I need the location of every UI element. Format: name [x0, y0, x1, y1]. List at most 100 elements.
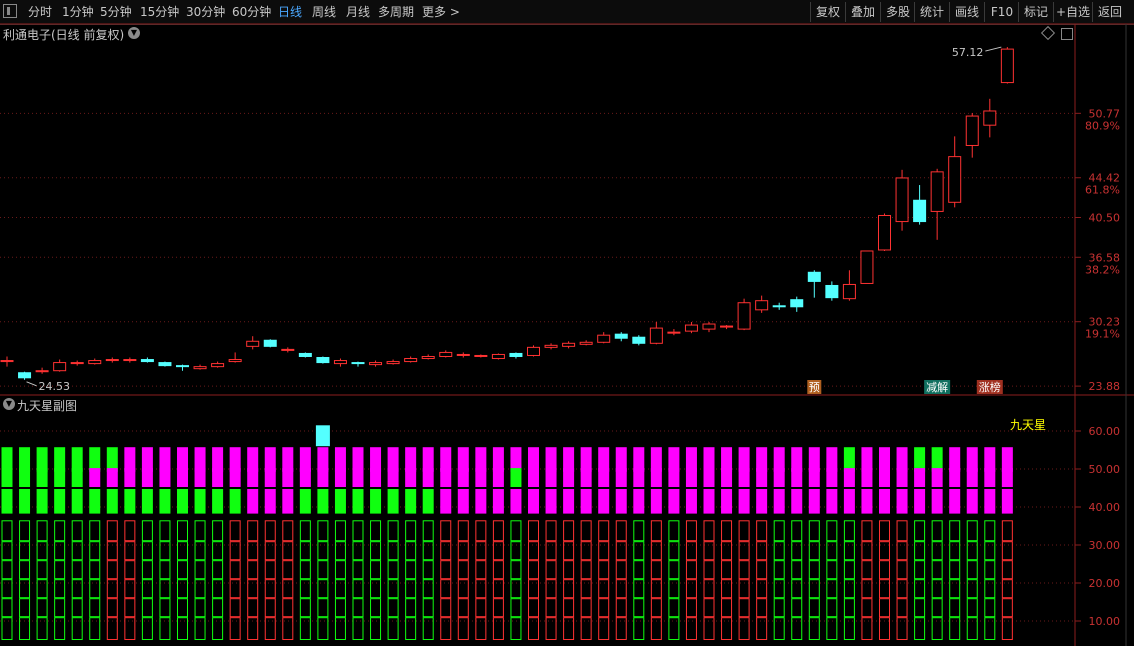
jtx-outline-block: [54, 541, 66, 561]
jtx-outline-block: [492, 560, 504, 580]
jtx-outline-block: [580, 598, 592, 618]
jtx-outline-block: [282, 541, 294, 561]
candle-up: [579, 341, 593, 345]
candle-up: [123, 359, 137, 362]
jtx-filled-block: [124, 468, 136, 487]
jtx-filled-block: [545, 489, 557, 514]
jtx-outline-block: [773, 520, 785, 542]
jtx-outline-block: [71, 541, 83, 561]
jtx-filled-block: [580, 468, 592, 487]
jtx-outline-block: [387, 598, 399, 618]
jtx-outline-block: [633, 520, 645, 542]
jtx-filled-block: [879, 489, 890, 514]
jtx-filled-block: [966, 468, 978, 487]
chevron-down-icon[interactable]: ▼: [128, 27, 140, 39]
jtx-outline-block: [949, 617, 961, 641]
jtx-filled-block: [141, 468, 153, 487]
jtx-filled-block: [738, 489, 750, 514]
jtx-filled-block: [352, 468, 364, 487]
jtx-filled-block: [282, 468, 294, 487]
jtx-filled-block: [71, 489, 83, 514]
candle-down: [351, 362, 365, 365]
candle-up: [281, 348, 295, 351]
jtx-outline-block: [299, 520, 311, 542]
jtx-outline-block: [54, 598, 66, 618]
jtx-filled-block: [282, 489, 294, 514]
jtx-outline-block: [212, 617, 224, 641]
jtx-outline-block: [984, 560, 996, 580]
jtx-outline-block: [721, 579, 733, 599]
jtx-filled-block: [405, 489, 417, 514]
jtx-outline-block: [580, 579, 592, 599]
jtx-outline-block: [89, 598, 101, 618]
jtx-outline-block: [668, 579, 680, 599]
candle-down: [790, 299, 804, 308]
jtx-outline-block: [580, 560, 592, 580]
jtx-outline-block: [598, 579, 610, 599]
jtx-filled-block: [334, 468, 346, 487]
jtx-outline-block: [106, 579, 118, 599]
jtx-outline-block: [212, 520, 224, 542]
jtx-outline-block: [124, 541, 136, 561]
jtx-filled-block: [896, 489, 908, 514]
pct-tick-label: 61.8%: [1085, 184, 1120, 197]
jtx-filled-block: [598, 489, 610, 514]
jtx-outline-block: [1, 598, 13, 618]
jtx-filled-block: [984, 468, 996, 487]
jtx-filled-block: [36, 468, 48, 487]
jtx-outline-block: [299, 560, 311, 580]
jtx-filled-block: [650, 468, 662, 487]
jtx-filled-block: [791, 489, 803, 514]
jtx-filled-block: [949, 468, 961, 487]
jtx-outline-block: [861, 579, 873, 599]
candle-up: [333, 360, 347, 365]
jtx-outline-block: [1, 541, 13, 561]
jtx-outline-block: [212, 598, 224, 618]
jtx-outline-block: [422, 598, 434, 618]
kline-chart[interactable]: 50.7780.9%44.4261.8%40.5036.5838.2%30.23…: [0, 0, 1134, 646]
event-marker: 预: [809, 381, 820, 394]
jtx-outline-block: [229, 617, 241, 641]
jtx-outline-block: [545, 598, 557, 618]
jtx-filled-block: [352, 489, 364, 514]
jtx-filled-block: [563, 489, 575, 514]
jtx-outline-block: [405, 560, 417, 580]
jtx-outline-block: [106, 520, 118, 542]
jtx-outline-block: [212, 541, 224, 561]
jtx-outline-block: [633, 541, 645, 561]
sub-tick-label: 50.00: [1089, 463, 1121, 476]
jtx-outline-block: [194, 520, 206, 542]
jtx-outline-block: [212, 560, 224, 580]
jtx-filled-block: [966, 489, 978, 514]
jtx-outline-block: [703, 598, 715, 618]
jtx-outline-block: [826, 560, 838, 580]
jtx-outline-block: [71, 579, 83, 599]
jtx-filled-block: [299, 489, 311, 514]
jtx-outline-block: [19, 560, 31, 580]
jtx-outline-block: [668, 617, 680, 641]
low-pointer: [26, 381, 37, 387]
jtx-outline-block: [738, 520, 750, 542]
jtx-outline-block: [861, 617, 873, 641]
window-icon[interactable]: [1061, 28, 1073, 40]
jtx-outline-block: [861, 560, 873, 580]
jtx-outline-block: [966, 560, 978, 580]
jtx-filled-block: [247, 489, 259, 514]
jtx-outline-block: [36, 560, 48, 580]
candle-down: [807, 271, 821, 282]
jtx-outline-block: [317, 617, 329, 641]
jtx-outline-block: [141, 617, 153, 641]
jtx-outline-block: [194, 598, 206, 618]
jtx-outline-block: [457, 579, 469, 599]
jtx-filled-block: [457, 489, 469, 514]
price-tick-label: 40.50: [1089, 212, 1121, 225]
jtx-outline-block: [475, 598, 487, 618]
candle-up: [105, 359, 119, 362]
chevron-down-icon[interactable]: ▼: [3, 398, 15, 410]
jtx-outline-block: [966, 520, 978, 542]
jtx-filled-block: [141, 489, 153, 514]
candle-up: [246, 340, 260, 347]
jtx-filled-block: [475, 468, 487, 487]
jtx-outline-block: [141, 579, 153, 599]
jtx-outline-block: [1, 579, 13, 599]
